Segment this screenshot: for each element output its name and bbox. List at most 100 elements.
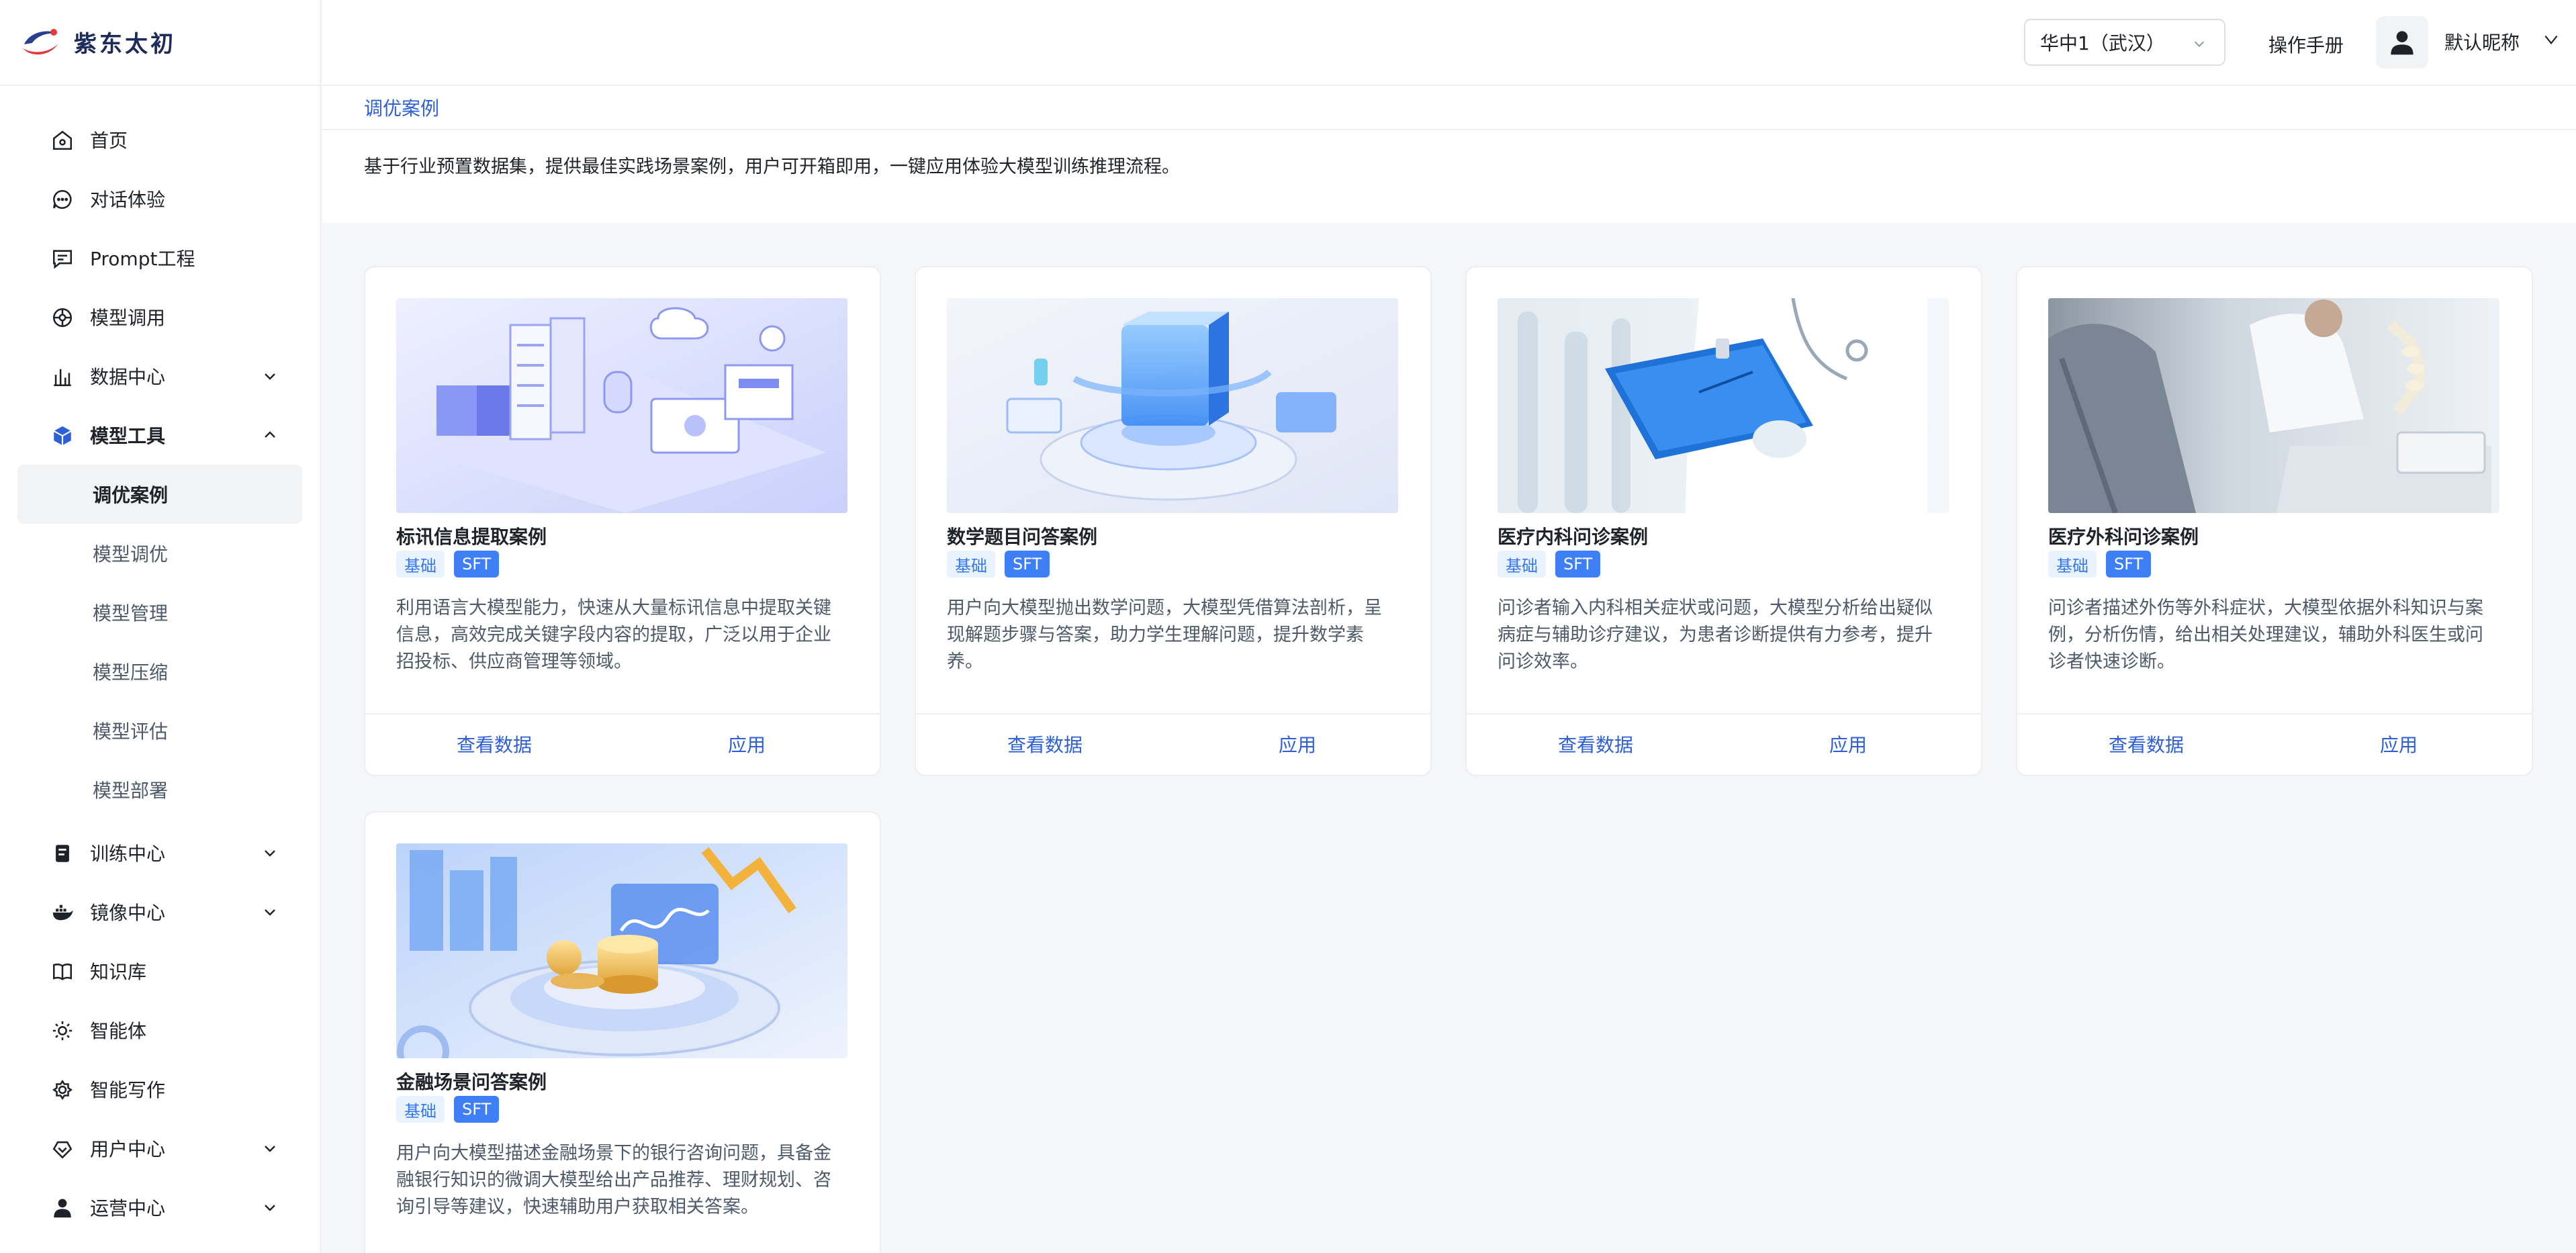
case-actions: 查看数据 应用: [1467, 713, 1981, 775]
sidebar-item-prompt[interactable]: Prompt工程: [0, 228, 321, 287]
write-icon: [52, 1079, 73, 1101]
avatar[interactable]: [2376, 16, 2428, 68]
sidebar-item-label: 模型调用: [90, 307, 166, 329]
sidebar-item-home[interactable]: 首页: [0, 110, 321, 169]
view-data-button[interactable]: 查看数据: [457, 731, 532, 757]
case-tags: 基础 SFT: [396, 551, 500, 577]
sidebar-subitem-model-evaluation[interactable]: 模型评估: [0, 701, 321, 760]
tag-sft: SFT: [454, 1096, 500, 1123]
sidebar-item-image-center[interactable]: 镜像中心: [0, 882, 321, 941]
case-card[interactable]: 标讯信息提取案例 基础 SFT 利用语言大模型能力，快速从大量标讯信息中提取关键…: [364, 266, 881, 776]
sidebar-item-agent[interactable]: 智能体: [0, 1001, 321, 1060]
case-title: 医疗外科问诊案例: [2048, 526, 2199, 548]
sidebar-item-smart-writing[interactable]: 智能写作: [0, 1060, 321, 1119]
view-data-button[interactable]: 查看数据: [1558, 731, 1633, 757]
region-select[interactable]: 华中1（武汉）: [2024, 19, 2225, 66]
sidebar-item-label: 智能写作: [90, 1079, 166, 1101]
region-value: 华中1（武汉）: [2040, 32, 2165, 54]
sidebar-item-label: 模型部署: [93, 780, 169, 802]
sidebar-subitem-model-management[interactable]: 模型管理: [0, 583, 321, 642]
brand-logo[interactable]: 紫东太初: [20, 24, 176, 59]
operator-icon: [54, 1199, 71, 1218]
tag-basic: 基础: [396, 551, 445, 577]
case-card[interactable]: 数学题目问答案例 基础 SFT 用户向大模型抛出数学问题，大模型凭借算法剖析，呈…: [915, 266, 1432, 776]
tag-basic: 基础: [947, 551, 995, 577]
agent-icon: [52, 1021, 73, 1041]
logo-icon: [23, 29, 58, 55]
divider: [322, 129, 2576, 130]
user-icon: [2391, 31, 2413, 55]
sidebar-item-label: 用户中心: [90, 1138, 166, 1160]
tag-sft: SFT: [1005, 551, 1050, 577]
sidebar-item-operations-center[interactable]: 运营中心: [0, 1178, 321, 1237]
apply-button[interactable]: 应用: [1279, 731, 1316, 757]
username[interactable]: 默认昵称: [2444, 28, 2520, 55]
tag-sft: SFT: [454, 551, 500, 577]
page-intro: 调优案例 基于行业预置数据集，提供最佳实践场景案例，用户可开箱即用，一键应用体验…: [322, 85, 2576, 223]
sidebar-item-label: 训练中心: [90, 843, 166, 865]
case-card[interactable]: 医疗内科问诊案例 基础 SFT 问诊者输入内科相关症状或问题，大模型分析给出疑似…: [1465, 266, 1982, 776]
sidebar-item-label: 数据中心: [90, 366, 166, 388]
case-tags: 基础 SFT: [396, 1096, 500, 1123]
sidebar-item-label: 运营中心: [90, 1197, 166, 1219]
sidebar-item-label: 模型压缩: [93, 661, 169, 684]
sidebar-subitem-model-deployment[interactable]: 模型部署: [0, 760, 321, 819]
sidebar-subitem-model-compression[interactable]: 模型压缩: [0, 642, 321, 701]
apply-button[interactable]: 应用: [728, 731, 766, 757]
case-image: [396, 843, 847, 1058]
case-description: 用户向大模型描述金融场景下的银行咨询问题，具备金融银行知识的微调大模型给出产品推…: [396, 1143, 831, 1217]
sidebar-item-model-call[interactable]: 模型调用: [0, 287, 321, 346]
sidebar-subitem-model-tuning[interactable]: 模型调优: [0, 524, 321, 583]
bar-chart-icon: [54, 369, 71, 387]
top-header: 华中1（武汉） 操作手册 默认昵称: [322, 0, 2576, 85]
sidebar-subitem-tuning-cases[interactable]: 调优案例: [17, 465, 302, 524]
sidebar-item-data-center[interactable]: 数据中心: [0, 346, 321, 406]
manual-link[interactable]: 操作手册: [2268, 31, 2344, 58]
message-icon: [52, 250, 73, 269]
case-tags: 基础 SFT: [1498, 551, 1601, 577]
chevron-down-icon: [2194, 41, 2205, 47]
apply-button[interactable]: 应用: [2380, 731, 2418, 757]
sidebar-item-label: 智能体: [90, 1020, 147, 1042]
case-card[interactable]: 医疗外科问诊案例 基础 SFT 问诊者描述外伤等外科症状，大模型依据外科知识与案…: [2016, 266, 2533, 776]
sidebar-item-label: 模型评估: [93, 721, 169, 743]
case-description: 利用语言大模型能力，快速从大量标讯信息中提取关键信息，高效完成关键字段内容的提取…: [396, 598, 831, 672]
case-title: 数学题目问答案例: [947, 526, 1098, 548]
sidebar-item-chat[interactable]: 对话体验: [0, 169, 321, 228]
sidebar-item-user-center[interactable]: 用户中心: [0, 1119, 321, 1178]
tag-basic: 基础: [2048, 551, 2097, 577]
sidebar-item-label: 首页: [90, 130, 128, 152]
book-icon: [52, 963, 73, 980]
case-title: 医疗内科问诊案例: [1498, 526, 1649, 548]
sidebar-item-label: 对话体验: [90, 189, 166, 211]
case-image: [2048, 298, 2499, 513]
chevron-down-icon: [265, 1205, 275, 1211]
chevron-down-icon[interactable]: [2542, 31, 2560, 48]
case-card[interactable]: 金融场景问答案例 基础 SFT 用户向大模型描述金融场景下的银行咨询问题，具备金…: [364, 811, 881, 1253]
view-data-button[interactable]: 查看数据: [2109, 731, 2184, 757]
sidebar-item-training-center[interactable]: 训练中心: [0, 823, 321, 882]
case-description: 用户向大模型抛出数学问题，大模型凭借算法剖析，呈现解题步骤与答案，助力学生理解问…: [947, 598, 1382, 672]
sidebar-item-model-tools[interactable]: 模型工具: [0, 406, 321, 465]
chevron-down-icon: [265, 373, 275, 380]
case-actions: 查看数据 应用: [916, 713, 1430, 775]
sidebar-item-label: 调优案例: [93, 484, 169, 506]
sidebar-item-knowledge-base[interactable]: 知识库: [0, 941, 321, 1001]
chevron-down-icon: [265, 909, 275, 916]
brand-name: 紫东太初: [74, 30, 176, 58]
divider: [0, 85, 321, 86]
case-actions: 查看数据 应用: [365, 713, 880, 775]
chat-icon: [52, 189, 72, 209]
sidebar-item-label: 模型管理: [93, 602, 169, 624]
user-center-icon: [52, 1141, 73, 1159]
breadcrumb[interactable]: 调优案例: [364, 94, 439, 121]
sidebar-nav: 首页 对话体验 Prompt工程 模型调用 数据中心 模型工具 调优案例 模型调…: [0, 110, 321, 1237]
apply-button[interactable]: 应用: [1829, 731, 1867, 757]
chevron-down-icon: [265, 850, 275, 857]
sidebar: 紫东太初 首页 对话体验 Prompt工程 模型调用 数据中心 模型工具 调优案…: [0, 0, 321, 1253]
tag-sft: SFT: [2106, 551, 2152, 577]
home-icon: [52, 130, 73, 150]
view-data-button[interactable]: 查看数据: [1007, 731, 1083, 757]
tag-sft: SFT: [1555, 551, 1601, 577]
cube-icon: [53, 426, 72, 446]
